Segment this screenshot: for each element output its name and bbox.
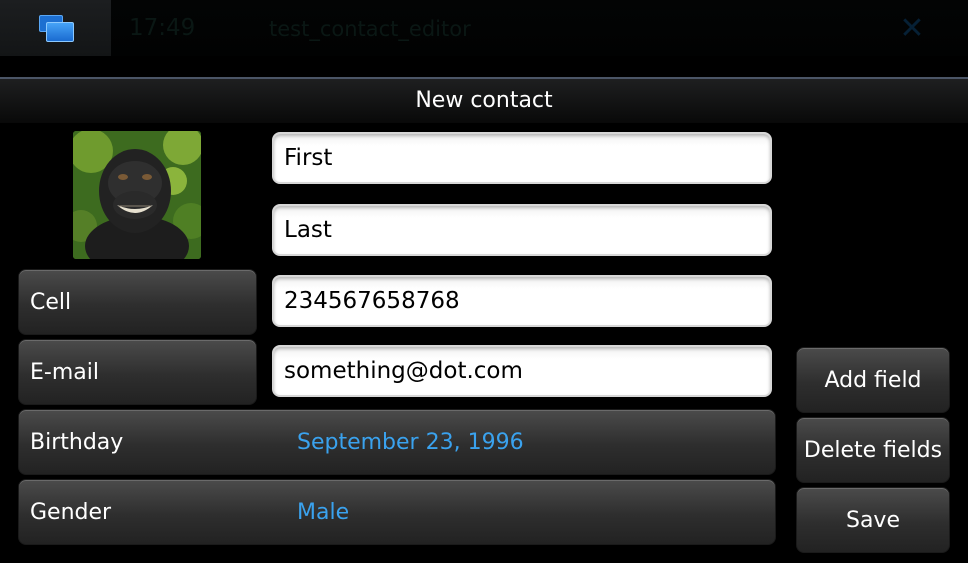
save-label: Save: [845, 507, 900, 533]
delete-fields-button[interactable]: Delete fields: [796, 417, 950, 483]
add-field-label: Add field: [824, 367, 922, 393]
gender-picker[interactable]: Gender Male: [18, 479, 776, 545]
email-field[interactable]: something@dot.com: [272, 345, 772, 397]
close-icon[interactable]: ✕: [898, 14, 926, 44]
last-name-field[interactable]: Last: [272, 204, 772, 256]
birthday-picker[interactable]: Birthday September 23, 1996: [18, 409, 776, 475]
status-app-title: test_contact_editor: [269, 17, 471, 41]
delete-fields-label: Delete fields: [803, 437, 943, 463]
task-switcher-icon: [39, 15, 75, 43]
avatar[interactable]: [73, 131, 201, 259]
birthday-value: September 23, 1996: [297, 429, 524, 455]
field-type-button-email[interactable]: E-mail: [18, 339, 257, 405]
status-time: 17:49: [129, 15, 196, 41]
field-type-button-cell[interactable]: Cell: [18, 269, 257, 335]
page-title: New contact: [415, 88, 553, 113]
gender-value: Male: [297, 499, 350, 525]
field-type-label: Cell: [30, 289, 72, 315]
task-switcher-button[interactable]: [0, 0, 111, 56]
save-button[interactable]: Save: [796, 487, 950, 553]
add-field-button[interactable]: Add field: [796, 347, 950, 413]
gender-label: Gender: [30, 499, 112, 525]
contact-photo-icon: [73, 131, 201, 259]
first-name-field[interactable]: First: [272, 132, 772, 184]
cell-phone-field[interactable]: 234567658768: [272, 275, 772, 327]
birthday-label: Birthday: [30, 429, 124, 455]
field-type-label: E-mail: [30, 359, 99, 385]
